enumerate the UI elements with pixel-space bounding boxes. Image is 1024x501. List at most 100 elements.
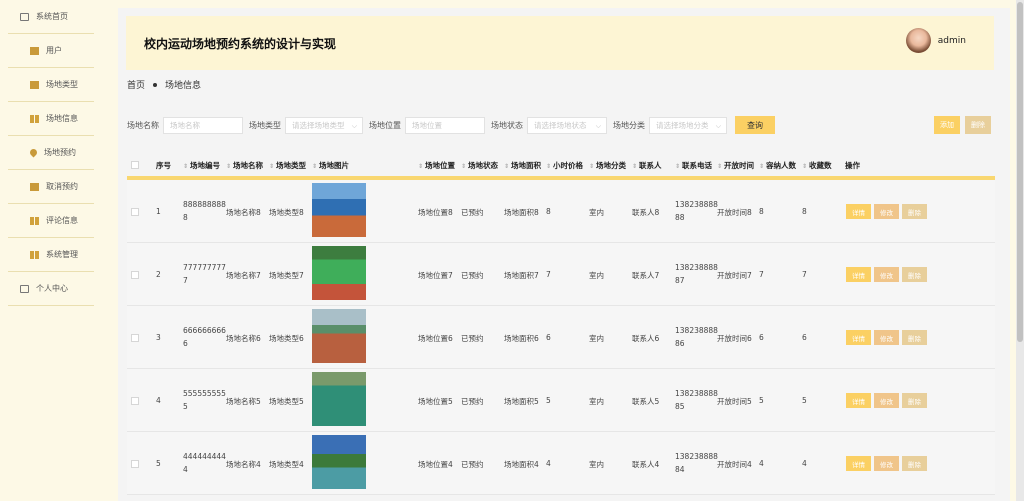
hourly-price: 5	[546, 396, 551, 405]
sort-icon[interactable]: ⇕	[269, 163, 274, 170]
table-row[interactable]: 2 777777777 7 场地名称7 场地类型7 场地位置7 已预约 场地面积7 7 室内 联系人…	[127, 243, 995, 306]
delete-button[interactable]: 删除	[902, 330, 927, 345]
category-filter-select[interactable]: 请选择场地分类 ⌵	[649, 116, 727, 134]
table-row[interactable]: 4 555555555 5 场地名称5 场地类型5 场地位置5 已预约 场地面积5 5 室内 联系人…	[127, 369, 995, 432]
column-header[interactable]: ⇕ 场地名称	[226, 160, 263, 171]
row-checkbox[interactable]	[131, 397, 139, 405]
column-header-label: 场地面积	[511, 161, 542, 170]
sidebar-item-5[interactable]: 取消预约	[8, 170, 94, 204]
sort-icon[interactable]: ⇕	[632, 163, 637, 170]
table-row[interactable]: 5 444444444 4 场地名称4 场地类型4 场地位置4 已预约 场地面积4 4 室内 联系人…	[127, 432, 995, 495]
venue-area: 场地面积5	[504, 397, 539, 406]
column-header[interactable]: ⇕ 小时价格	[546, 160, 583, 171]
column-header[interactable]: ⇕ 场地位置	[418, 160, 455, 171]
sort-icon[interactable]: ⇕	[717, 163, 722, 170]
table-row[interactable]: 1 888888888 8 场地名称8 场地类型8 场地位置8 已预约 场地面积8 8 室内 联系人…	[127, 180, 995, 243]
column-header[interactable]: ⇕ 场地类型	[269, 160, 306, 171]
type-filter-select[interactable]: 请选择场地类型 ⌵	[285, 116, 363, 134]
sort-icon[interactable]: ⇕	[802, 163, 807, 170]
sort-icon[interactable]: ⇕	[675, 163, 680, 170]
row-index: 5	[156, 459, 161, 468]
detail-button[interactable]: 详情	[846, 456, 871, 471]
column-header[interactable]: ⇕ 场地面积	[504, 160, 541, 171]
username[interactable]: admin	[938, 36, 966, 46]
sidebar-item-6[interactable]: 评论信息	[8, 204, 94, 238]
capacity: 7	[759, 270, 764, 279]
sidebar-item-4[interactable]: 场地预约	[8, 136, 94, 170]
query-button[interactable]: 查询	[735, 116, 775, 134]
detail-button[interactable]: 详情	[846, 267, 871, 282]
detail-button[interactable]: 详情	[846, 393, 871, 408]
sort-icon[interactable]: ⇕	[546, 163, 551, 170]
sort-icon[interactable]: ⇕	[183, 163, 188, 170]
column-header[interactable]: ⇕ 开放时间	[717, 160, 754, 171]
delete-button[interactable]: 删除	[902, 267, 927, 282]
delete-button[interactable]: 删除	[902, 456, 927, 471]
column-header-label: 小时价格	[553, 161, 584, 170]
column-header[interactable]: 序号	[156, 160, 171, 171]
table-row[interactable]: 3 666666666 6 场地名称6 场地类型6 场地位置6 已预约 场地面积6 6 室内 联系人…	[127, 306, 995, 369]
add-button[interactable]: 添加	[934, 116, 960, 134]
row-checkbox[interactable]	[131, 460, 139, 468]
status-filter-select[interactable]: 请选择场地状态 ⌵	[527, 116, 607, 134]
delete-button[interactable]: 删除	[902, 393, 927, 408]
column-header[interactable]: ⇕ 场地分类	[589, 160, 626, 171]
sidebar-item-7[interactable]: 系统管理	[8, 238, 94, 272]
column-header[interactable]: ⇕ 容纳人数	[759, 160, 796, 171]
location-filter-input[interactable]: 场地位置	[405, 116, 485, 134]
sidebar-item-3[interactable]: 场地信息	[8, 102, 94, 136]
column-header[interactable]: ⇕ 收藏数	[802, 160, 832, 171]
sort-icon[interactable]: ⇕	[504, 163, 509, 170]
sort-icon[interactable]: ⇕	[461, 163, 466, 170]
column-header[interactable]: ⇕ 联系电话	[675, 160, 712, 171]
contact-phone: 138238888	[675, 326, 718, 335]
batch-delete-button[interactable]: 删除	[965, 116, 991, 134]
row-checkbox[interactable]	[131, 334, 139, 342]
sidebar-item-8[interactable]: 个人中心	[8, 272, 94, 306]
page-scrollbar[interactable]	[1016, 0, 1024, 501]
venue-photo	[312, 246, 366, 300]
status-filter-label: 场地状态	[491, 120, 523, 130]
open-time: 开放时间5	[717, 397, 752, 406]
edit-button[interactable]: 修改	[874, 267, 899, 282]
sort-icon[interactable]: ⇕	[312, 163, 317, 170]
sort-icon[interactable]: ⇕	[589, 163, 594, 170]
sort-icon[interactable]: ⇕	[759, 163, 764, 170]
favorite-count: 7	[802, 270, 807, 279]
venue-status: 已预约	[461, 208, 484, 217]
contact-person: 联系人8	[632, 208, 660, 217]
column-header[interactable]: ⇕ 联系人	[632, 160, 662, 171]
sort-icon[interactable]: ⇕	[418, 163, 423, 170]
column-header[interactable]: ⇕ 场地图片	[312, 160, 349, 171]
row-checkbox[interactable]	[131, 208, 139, 216]
column-header[interactable]: ⇕ 场地状态	[461, 160, 498, 171]
category-filter-label: 场地分类	[613, 120, 645, 130]
user-menu[interactable]: admin	[905, 28, 966, 53]
row-index: 1	[156, 207, 161, 216]
column-header[interactable]: ⇕ 场地编号	[183, 160, 220, 171]
delete-button[interactable]: 删除	[902, 204, 927, 219]
edit-button[interactable]: 修改	[874, 330, 899, 345]
row-checkbox[interactable]	[131, 271, 139, 279]
venue-code: 444444444	[183, 452, 226, 461]
sidebar-item-2[interactable]: 场地类型	[8, 68, 94, 102]
column-header-label: 场地位置	[425, 161, 456, 170]
scrollbar-thumb[interactable]	[1017, 2, 1023, 342]
detail-button[interactable]: 详情	[846, 204, 871, 219]
avatar[interactable]	[905, 28, 931, 53]
venue-name: 场地名称8	[226, 208, 261, 217]
sort-icon[interactable]: ⇕	[226, 163, 231, 170]
select-all-checkbox[interactable]	[131, 161, 139, 169]
breadcrumb-home[interactable]: 首页	[127, 78, 145, 91]
column-header[interactable]: 操作	[845, 160, 860, 171]
name-filter-input[interactable]: 场地名称	[163, 116, 243, 134]
venue-location: 场地位置4	[418, 460, 453, 469]
edit-button[interactable]: 修改	[874, 456, 899, 471]
sidebar-item-0[interactable]: 系统首页	[8, 0, 94, 34]
sidebar-item-1[interactable]: 用户	[8, 34, 94, 68]
edit-button[interactable]: 修改	[874, 204, 899, 219]
venue-name: 场地名称7	[226, 271, 261, 280]
contact-phone: 138238888	[675, 200, 718, 209]
edit-button[interactable]: 修改	[874, 393, 899, 408]
detail-button[interactable]: 详情	[846, 330, 871, 345]
